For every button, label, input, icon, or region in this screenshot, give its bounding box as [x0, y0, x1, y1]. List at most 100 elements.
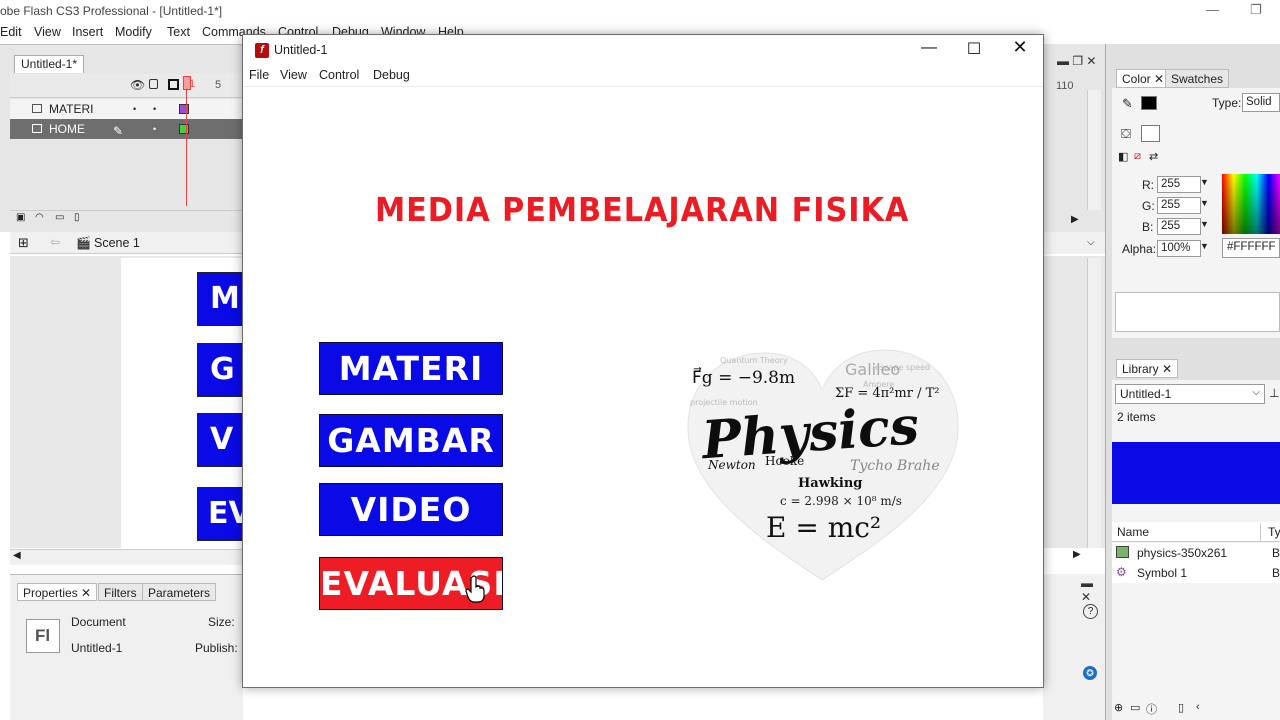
- type-column[interactable]: Ty: [1268, 525, 1280, 539]
- close-icon[interactable]: ✕: [1005, 37, 1035, 58]
- stroke-color-swatch[interactable]: [1141, 96, 1157, 110]
- chevron-down-icon[interactable]: ⌵: [1087, 237, 1095, 248]
- close-icon[interactable]: ✕: [1154, 72, 1164, 86]
- panel-close-icons[interactable]: ▬ ✕: [1081, 576, 1105, 604]
- player-menu-control[interactable]: Control: [319, 68, 359, 82]
- stage-button-evaluasi[interactable]: EV: [197, 487, 243, 541]
- minimize-icon[interactable]: —: [1206, 2, 1219, 17]
- alpha-input[interactable]: 100%: [1157, 240, 1201, 257]
- player-menu-debug[interactable]: Debug: [373, 68, 410, 82]
- chevron-down-icon[interactable]: ▼: [1200, 219, 1209, 229]
- scene-icon: 🎬: [76, 236, 91, 250]
- player-menu-view[interactable]: View: [280, 68, 307, 82]
- close-icon[interactable]: ✕: [81, 586, 91, 600]
- stage-button-video[interactable]: V: [197, 413, 243, 467]
- library-document-select[interactable]: Untitled-1 ⌵: [1115, 384, 1265, 404]
- panel-collapse-icons[interactable]: ▬ ❐ ✕: [1057, 54, 1096, 68]
- scroll-left-icon[interactable]: ‹: [1196, 701, 1200, 713]
- tab-filters[interactable]: Filters: [98, 583, 143, 601]
- stroke-pencil-icon[interactable]: ✎: [1122, 96, 1133, 112]
- library-document-name: Untitled-1: [1120, 387, 1172, 401]
- red-input[interactable]: 255: [1157, 176, 1201, 193]
- tab-properties[interactable]: Properties ✕: [17, 583, 98, 601]
- properties-icon[interactable]: ⓘ: [1146, 701, 1157, 717]
- new-layer-icon[interactable]: ▣: [16, 212, 25, 223]
- maximize-icon[interactable]: ☐: [959, 39, 989, 59]
- library-item-name: Symbol 1: [1137, 566, 1188, 580]
- default-colors-icon[interactable]: ◧: [1118, 150, 1128, 163]
- swap-colors-icon[interactable]: ⇄: [1149, 150, 1158, 163]
- close-icon[interactable]: ✕: [1162, 362, 1172, 376]
- physics-heart-image: Quantum Theory projectile motion escape …: [687, 349, 959, 581]
- restore-icon[interactable]: ❐: [1250, 2, 1262, 18]
- document-tab[interactable]: Untitled-1*: [14, 55, 84, 73]
- layer-row-selected[interactable]: HOME ✎ •: [10, 119, 243, 139]
- color-spectrum[interactable]: [1222, 174, 1280, 234]
- fill-bucket-icon[interactable]: ⛋: [1121, 126, 1131, 142]
- chevron-down-icon[interactable]: ▼: [1200, 177, 1209, 187]
- stage-button-gambar[interactable]: G: [197, 343, 243, 397]
- blue-input[interactable]: 255: [1157, 218, 1201, 235]
- library-toolbar: ⊕ ▭ ⓘ ▯ ‹: [1112, 700, 1280, 718]
- stage-vertical-scrollbar[interactable]: [1087, 258, 1101, 548]
- pin-icon[interactable]: ⊥: [1269, 386, 1279, 400]
- fill-color-swatch[interactable]: [1141, 125, 1160, 142]
- scroll-left-icon[interactable]: ◀: [13, 550, 21, 561]
- lock-dot-icon[interactable]: •: [153, 104, 156, 114]
- materi-button[interactable]: MATERI: [319, 342, 503, 395]
- no-color-icon[interactable]: ⧄: [1134, 150, 1141, 163]
- lock-dot-icon[interactable]: •: [153, 124, 156, 134]
- type-select[interactable]: Solid: [1242, 93, 1280, 112]
- outline-icon[interactable]: [168, 79, 179, 90]
- motion-guide-icon[interactable]: ◠: [35, 212, 44, 223]
- r-label: R:: [1142, 178, 1154, 192]
- edit-bar-icon[interactable]: ⊞: [18, 235, 29, 251]
- layer-row[interactable]: MATERI • •: [10, 99, 243, 119]
- menu-text[interactable]: Text: [167, 25, 190, 39]
- hex-input[interactable]: #FFFFFF: [1222, 238, 1280, 258]
- timeline-vertical-scrollbar[interactable]: [1087, 90, 1101, 210]
- scroll-right-icon[interactable]: ▶: [1073, 549, 1081, 560]
- menu-modify[interactable]: Modify: [115, 25, 152, 39]
- playhead[interactable]: [186, 76, 193, 206]
- trash-icon[interactable]: ▯: [1178, 701, 1184, 714]
- alpha-label: Alpha:: [1122, 242, 1157, 256]
- chevron-down-icon[interactable]: ▼: [1200, 241, 1209, 251]
- eye-icon[interactable]: 👁: [130, 78, 145, 92]
- menu-insert[interactable]: Insert: [72, 25, 103, 39]
- trash-icon[interactable]: ▯: [74, 212, 80, 223]
- green-input[interactable]: 255: [1157, 197, 1201, 214]
- back-arrow-icon[interactable]: ⇦: [50, 235, 60, 249]
- gambar-button[interactable]: GAMBAR: [319, 414, 503, 467]
- page-title: MEDIA PEMBELAJARAN FISIKA: [375, 190, 910, 229]
- video-button[interactable]: VIDEO: [319, 483, 503, 536]
- new-symbol-icon[interactable]: ⊕: [1114, 701, 1123, 714]
- new-folder-icon[interactable]: ▭: [1130, 701, 1140, 714]
- lock-icon[interactable]: [149, 79, 158, 89]
- zoom-select[interactable]: ⌵: [1043, 232, 1105, 254]
- timeline-toolbar: ▣ ◠ ▭ ▯: [10, 210, 243, 224]
- column-divider[interactable]: [1260, 523, 1261, 541]
- name-column[interactable]: Name: [1117, 525, 1149, 539]
- library-item[interactable]: physics-350x261 B: [1112, 543, 1280, 563]
- scroll-right-icon[interactable]: ▶: [1071, 214, 1079, 225]
- tab-parameters[interactable]: Parameters: [142, 583, 217, 601]
- player-title-bar[interactable]: f Untitled-1 — ☐ ✕: [243, 35, 1043, 65]
- stage-button-materi[interactable]: M: [197, 272, 243, 326]
- player-menu-file[interactable]: File: [249, 68, 269, 82]
- menu-edit[interactable]: Edit: [0, 25, 22, 39]
- help-icon[interactable]: ?: [1083, 604, 1098, 619]
- tab-swatches[interactable]: Swatches: [1165, 69, 1230, 88]
- accessibility-icon[interactable]: ✪: [1083, 666, 1097, 680]
- library-item[interactable]: ⚙ Symbol 1 B: [1112, 563, 1280, 583]
- stage-horizontal-scrollbar[interactable]: ◀: [10, 549, 243, 565]
- tab-color[interactable]: Color ✕: [1116, 69, 1171, 88]
- playhead-handle[interactable]: [183, 76, 191, 90]
- menu-view[interactable]: View: [34, 25, 61, 39]
- tab-library[interactable]: Library ✕: [1116, 359, 1179, 378]
- visibility-dot-icon[interactable]: •: [133, 104, 136, 114]
- minimize-icon[interactable]: —: [914, 39, 944, 57]
- folder-icon[interactable]: ▭: [55, 212, 64, 223]
- chevron-down-icon[interactable]: ▼: [1200, 198, 1209, 208]
- tab-library-label: Library: [1122, 362, 1159, 376]
